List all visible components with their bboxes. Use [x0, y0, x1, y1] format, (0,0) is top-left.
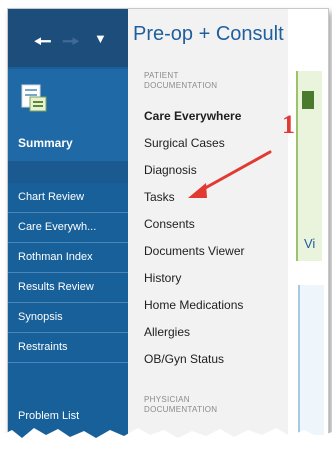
- menu-title: Pre-op + Consult: [133, 23, 284, 45]
- section-header-patient-documentation: PATIENT DOCUMENTATION: [144, 71, 217, 91]
- section-header-line: PATIENT: [144, 71, 179, 80]
- sidebar-gap: [8, 364, 128, 404]
- content-partial-text[interactable]: Vi: [304, 236, 315, 251]
- sidebar-item-chart-review[interactable]: Chart Review: [8, 183, 128, 213]
- menu-item-care-everywhere[interactable]: Care Everywhere: [144, 109, 241, 123]
- menu-item-surgical-cases[interactable]: Surgical Cases: [144, 136, 225, 150]
- sidebar-item-restraints[interactable]: Restraints: [8, 333, 128, 363]
- nav-toolbar: 🠔 🠖 ▼: [8, 9, 128, 67]
- annotation-number: 1: [282, 110, 295, 139]
- sidebar: 🠔 🠖 ▼ Summary Chart Review Care Everywh.…: [8, 9, 128, 444]
- chevron-down-icon[interactable]: ▼: [94, 31, 107, 46]
- app-window: 🠔 🠖 ▼ Summary Chart Review Care Everywh.…: [7, 8, 329, 445]
- menu-item-diagnosis[interactable]: Diagnosis: [144, 163, 197, 177]
- content-area: Vi: [288, 9, 328, 444]
- menu-item-home-medications[interactable]: Home Medications: [144, 298, 243, 312]
- activity-menu: Pre-op + Consult PATIENT DOCUMENTATION C…: [128, 9, 288, 444]
- torn-edge: [0, 428, 332, 449]
- menu-item-documents-viewer[interactable]: Documents Viewer: [144, 244, 245, 258]
- sidebar-item-synopsis[interactable]: Synopsis: [8, 303, 128, 333]
- status-badge: [302, 91, 314, 109]
- summary-icon: [21, 84, 47, 112]
- menu-item-allergies[interactable]: Allergies: [144, 325, 190, 339]
- menu-item-consents[interactable]: Consents: [144, 217, 195, 231]
- menu-item-tasks[interactable]: Tasks: [144, 190, 175, 204]
- sidebar-item-rothman-index[interactable]: Rothman Index: [8, 243, 128, 273]
- sidebar-item-care-everywhere[interactable]: Care Everywh...: [8, 213, 128, 243]
- sidebar-divider: [8, 161, 128, 183]
- summary-tab[interactable]: Summary: [8, 69, 128, 161]
- menu-item-ob-gyn-status[interactable]: OB/Gyn Status: [144, 352, 224, 366]
- menu-item-history[interactable]: History: [144, 271, 181, 285]
- summary-label: Summary: [18, 136, 73, 150]
- sidebar-item-results-review[interactable]: Results Review: [8, 273, 128, 303]
- section-header-line: DOCUMENTATION: [144, 81, 218, 90]
- arrow-left-icon[interactable]: 🠔: [34, 27, 52, 61]
- arrow-right-icon[interactable]: 🠖: [62, 27, 80, 61]
